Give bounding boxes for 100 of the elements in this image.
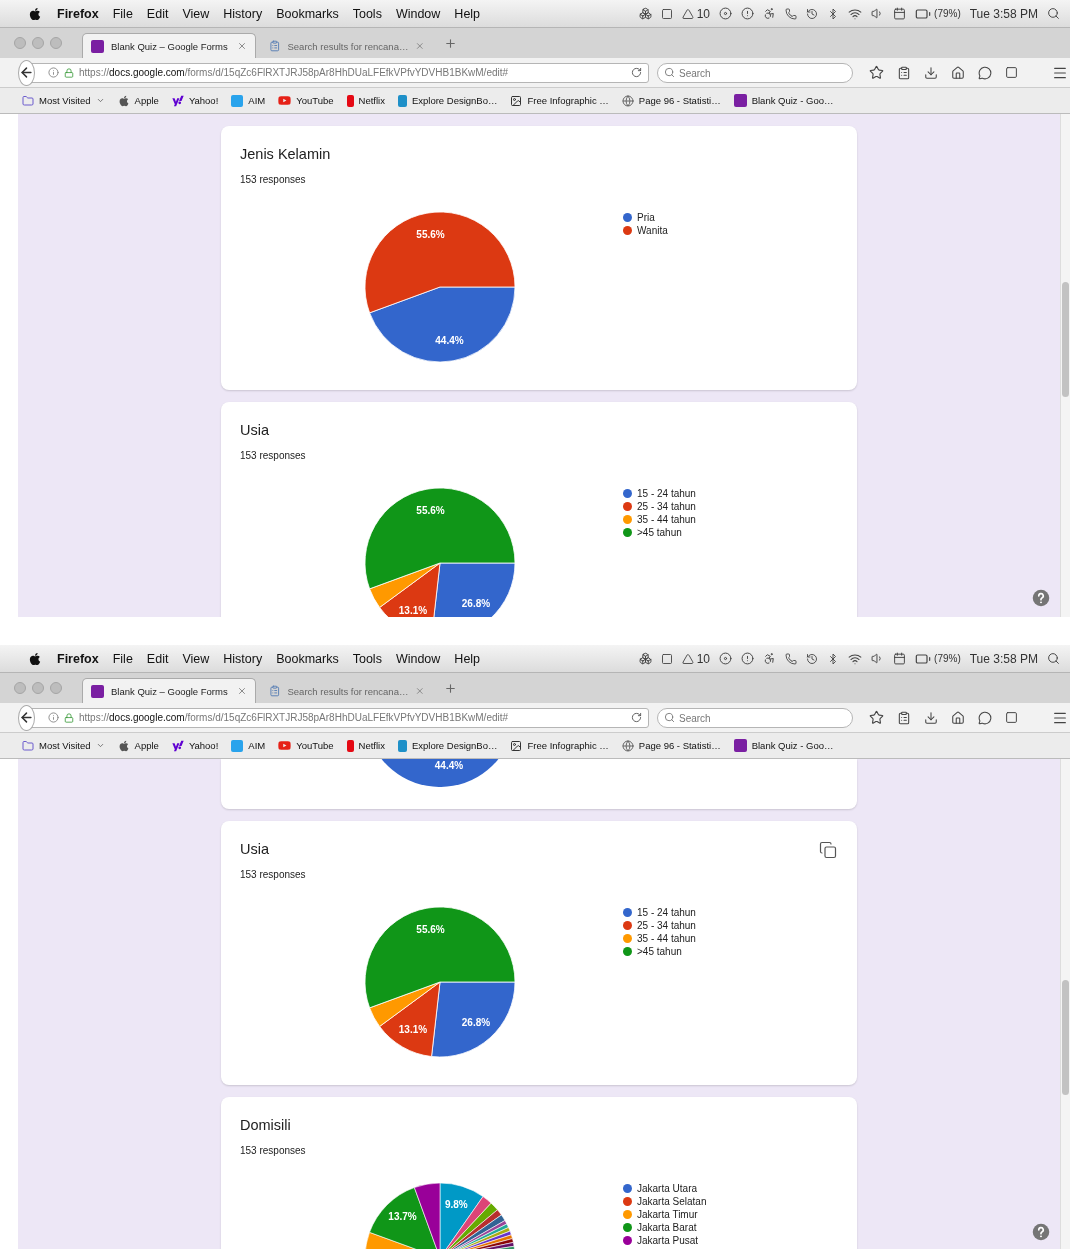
new-tab-icon[interactable] bbox=[444, 681, 457, 695]
menu-item[interactable]: History bbox=[216, 651, 270, 666]
scrollbar[interactable] bbox=[1060, 759, 1070, 1249]
legend-label: >45 tahun bbox=[637, 527, 682, 538]
apple-icon[interactable] bbox=[28, 6, 42, 21]
response-count: 153 responses bbox=[240, 1145, 307, 1156]
new-tab-icon[interactable] bbox=[444, 36, 457, 50]
bookmark-link[interactable]: Blank Quiz - Goo… bbox=[733, 739, 834, 752]
legend-label: >45 tahun bbox=[637, 946, 682, 957]
question-title: Usia bbox=[240, 422, 269, 438]
close-icon[interactable] bbox=[415, 41, 425, 51]
menu-item[interactable]: Edit bbox=[139, 6, 176, 21]
help-button[interactable] bbox=[1032, 589, 1050, 607]
copy-button[interactable] bbox=[819, 841, 837, 859]
lock-icon bbox=[64, 67, 74, 78]
bookmark-link[interactable]: Free Infographic … bbox=[510, 739, 609, 752]
apple-icon[interactable] bbox=[28, 651, 42, 666]
menu-item[interactable]: Window bbox=[388, 651, 448, 666]
browser-tab[interactable]: Search results for rencana… bbox=[260, 678, 434, 703]
phone-icon bbox=[785, 7, 798, 20]
reload-icon[interactable] bbox=[631, 67, 642, 78]
logo-icon bbox=[397, 739, 407, 752]
help-button[interactable] bbox=[1032, 1223, 1050, 1241]
legend-label: 35 - 44 tahun bbox=[637, 933, 696, 944]
menu-item[interactable]: Bookmarks bbox=[269, 6, 346, 21]
window-button[interactable] bbox=[32, 37, 44, 49]
menu-item[interactable]: Edit bbox=[139, 651, 176, 666]
info-icon bbox=[48, 712, 59, 723]
back-button[interactable] bbox=[18, 59, 35, 86]
browser-tab[interactable]: Search results for rencana… bbox=[260, 33, 434, 58]
browser-tab[interactable]: Blank Quiz – Google Forms bbox=[82, 33, 256, 58]
legend-label: Jakarta Timur bbox=[637, 1209, 698, 1220]
window-button[interactable] bbox=[50, 37, 62, 49]
menu-item[interactable]: History bbox=[216, 6, 270, 21]
menu-item[interactable]: Help bbox=[447, 651, 488, 666]
download-icon bbox=[924, 710, 938, 725]
window-button[interactable] bbox=[32, 682, 44, 694]
bookmark-link[interactable]: YouTube bbox=[278, 94, 334, 107]
bookmark-link[interactable]: Blank Quiz - Goo… bbox=[733, 94, 834, 107]
close-icon[interactable] bbox=[237, 686, 247, 696]
list-icon bbox=[897, 710, 911, 725]
search-field[interactable]: Search bbox=[657, 708, 853, 728]
menu-item[interactable]: Window bbox=[388, 6, 448, 21]
browser-tab[interactable]: Blank Quiz – Google Forms bbox=[82, 678, 256, 703]
globe-icon bbox=[621, 94, 634, 107]
bookmark-link[interactable]: Explore DesignBo… bbox=[397, 94, 498, 107]
clock: Tue 3:58 PM bbox=[969, 6, 1038, 21]
legend-label: Jakarta Pusat bbox=[637, 1235, 699, 1246]
caret-icon bbox=[95, 741, 105, 750]
menu-item[interactable]: Firefox bbox=[50, 651, 106, 666]
window-button[interactable] bbox=[50, 682, 62, 694]
scrollbar[interactable] bbox=[1060, 114, 1070, 617]
search-field[interactable]: Search bbox=[657, 63, 853, 83]
window-button[interactable] bbox=[14, 37, 26, 49]
calendar-icon bbox=[893, 652, 907, 665]
menu-item[interactable]: Tools bbox=[345, 6, 389, 21]
window-button[interactable] bbox=[14, 682, 26, 694]
menu-item[interactable]: View bbox=[175, 651, 217, 666]
slice-label: 44.4% bbox=[435, 335, 464, 347]
bookmark-link[interactable]: Apple bbox=[117, 94, 159, 107]
bookmark-link[interactable]: Free Infographic … bbox=[510, 94, 609, 107]
bookmark-link[interactable]: Explore DesignBo… bbox=[397, 739, 498, 752]
bookmark-link[interactable]: Yahoo! bbox=[171, 94, 219, 107]
square-icon bbox=[660, 652, 673, 665]
logo-icon bbox=[171, 94, 184, 107]
bookmark-link[interactable]: AIM bbox=[231, 94, 266, 107]
close-icon[interactable] bbox=[237, 41, 247, 51]
menu-item[interactable]: Firefox bbox=[50, 6, 106, 21]
form-icon bbox=[733, 94, 747, 107]
form-icon bbox=[91, 684, 104, 698]
menu-item[interactable]: File bbox=[105, 6, 140, 21]
bookmark-link[interactable]: YouTube bbox=[278, 739, 334, 752]
back-button[interactable] bbox=[18, 704, 35, 731]
bookmark-link[interactable]: Netflix bbox=[346, 94, 385, 107]
slice-label: 55.6% bbox=[416, 504, 445, 516]
page-icon bbox=[269, 40, 281, 52]
bookmark-link[interactable]: Page 96 - Statisti… bbox=[621, 739, 721, 752]
bookmark-link[interactable]: Most Visited bbox=[22, 739, 105, 752]
menu-item[interactable]: View bbox=[175, 6, 217, 21]
home-icon bbox=[951, 710, 965, 725]
reload-icon[interactable] bbox=[631, 712, 642, 723]
question-title: Jenis Kelamin bbox=[240, 146, 331, 162]
bookmark-link[interactable]: Yahoo! bbox=[171, 739, 219, 752]
bookmark-link[interactable]: Page 96 - Statisti… bbox=[621, 94, 721, 107]
legend-label: 25 - 34 tahun bbox=[637, 501, 696, 512]
slice-label: 55.6% bbox=[416, 923, 445, 935]
bookmark-link[interactable]: Apple bbox=[117, 739, 159, 752]
bookmark-link[interactable]: AIM bbox=[231, 739, 266, 752]
bookmark-link[interactable]: Netflix bbox=[346, 739, 385, 752]
close-icon[interactable] bbox=[415, 686, 425, 696]
slice-label: 13.1% bbox=[398, 1023, 428, 1035]
slice-label: 26.8% bbox=[461, 598, 491, 610]
menu-item[interactable]: Tools bbox=[345, 651, 389, 666]
bookmark-link[interactable]: Most Visited bbox=[22, 94, 105, 107]
menu-item[interactable]: Bookmarks bbox=[269, 651, 346, 666]
menu-item[interactable]: Help bbox=[447, 6, 488, 21]
alert-icon bbox=[741, 652, 755, 665]
battery-percent: (79%) bbox=[934, 8, 961, 19]
menu-item[interactable]: File bbox=[105, 651, 140, 666]
search-icon bbox=[1047, 652, 1060, 665]
